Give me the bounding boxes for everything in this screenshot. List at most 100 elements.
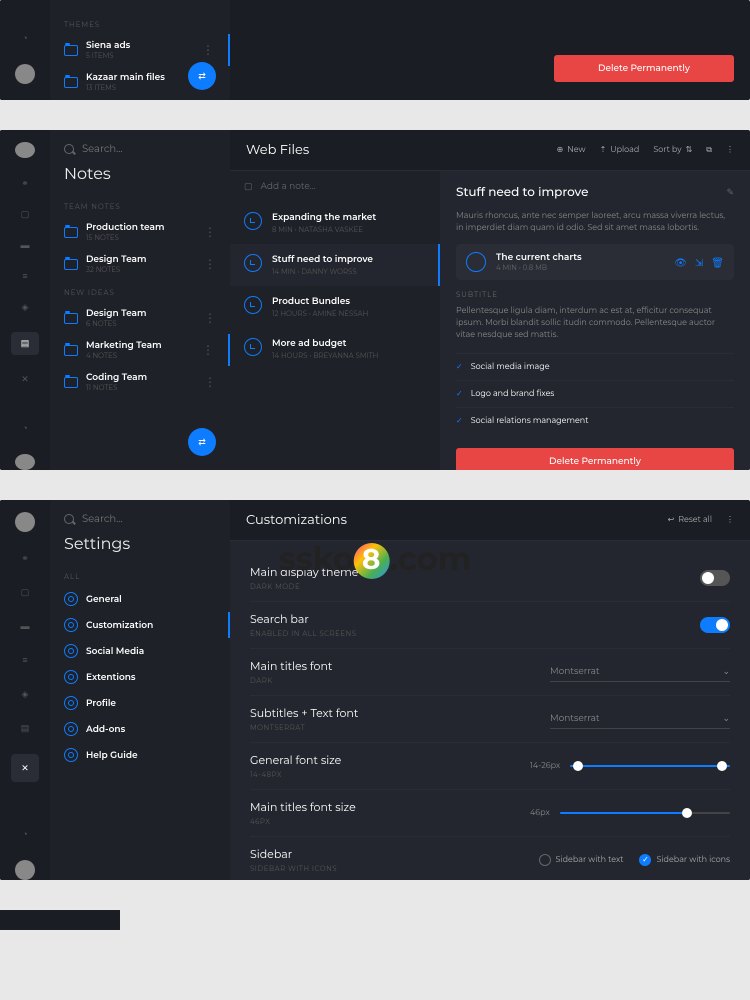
gen-size-slider[interactable] (570, 765, 730, 767)
note-item[interactable]: Stuff need to improve14 MIN • DANNY WORS… (230, 244, 440, 286)
check-icon: ✓ (456, 389, 463, 399)
sidebar: Notes TEAM NOTES Production team15 NOTES… (50, 130, 230, 470)
setting-title-size: Main titles font size46PX46px (250, 790, 730, 837)
upload-button[interactable]: ⇡Upload (600, 145, 640, 155)
window-themes-partial: ◔ THEMES Siena ads5 ITEMS ⋮ Kazaar main … (0, 0, 750, 100)
avatar-bottom[interactable] (15, 454, 35, 470)
notes-icon[interactable]: ▤ (11, 332, 39, 355)
list-icon[interactable]: ≡ (17, 270, 33, 283)
bell-icon[interactable]: ◔ (17, 30, 33, 46)
team-marketing[interactable]: Marketing Team4 NOTES⋮ (50, 334, 230, 366)
settings-customization[interactable]: Customization (50, 612, 230, 638)
view-icon[interactable]: 👁 (674, 256, 687, 269)
upload-icon: ⇡ (600, 145, 607, 155)
dashboard-icon[interactable]: ▢ (17, 208, 33, 221)
share-icon[interactable]: ⇲ (695, 256, 703, 269)
detail-title: Stuff need to improve (456, 185, 588, 200)
delete-button[interactable]: Delete Permanently (554, 55, 734, 82)
check-item[interactable]: ✓Social media image (456, 353, 734, 380)
search-toggle[interactable] (700, 617, 730, 633)
team-coding[interactable]: Coding Team11 NOTES⋮ (50, 366, 230, 398)
check-icon: ✓ (456, 362, 463, 372)
bell-icon[interactable]: ◔ (17, 422, 33, 435)
window-settings: ⚭ ▢ ▬ ≡ ◈ ▤ ✕ ◔ Settings ALL General Cus… (0, 500, 750, 880)
fab-add[interactable]: ⇄ (188, 62, 216, 90)
settings-profile[interactable]: Profile (50, 690, 230, 716)
section-all: ALL (50, 564, 230, 586)
more-icon[interactable]: ⋮ (202, 43, 214, 58)
tools-icon[interactable]: ✕ (11, 754, 39, 782)
fab-add[interactable]: ⇄ (188, 428, 216, 456)
note-item[interactable]: Product Bundles12 HOURS • AMINE NESSAH (230, 286, 440, 328)
settings-addons[interactable]: Add-ons (50, 716, 230, 742)
more-icon[interactable]: ⋮ (726, 515, 734, 525)
edit-icon[interactable]: ✎ (726, 187, 734, 198)
notes-icon[interactable]: ▤ (17, 720, 33, 736)
tools-icon[interactable]: ✕ (17, 373, 33, 386)
main-font-select[interactable]: Montserrat⌄ (550, 662, 730, 682)
radio-sidebar-icons[interactable]: Sidebar with icons (639, 854, 730, 866)
folder-icon (64, 227, 78, 238)
note-detail: Stuff need to improve✎ Mauris rhoncus, a… (440, 171, 750, 470)
gear-icon (64, 748, 78, 762)
reset-button[interactable]: ↩Reset all (668, 515, 712, 525)
notes-list: ▢Add a note... Expanding the market8 MIN… (230, 171, 440, 470)
settings-general[interactable]: General (50, 586, 230, 612)
folders-icon[interactable]: ▬ (17, 239, 33, 252)
list-icon[interactable]: ≡ (17, 652, 33, 668)
new-button[interactable]: ⊕New (557, 145, 586, 155)
sidebar-title: Notes (50, 165, 230, 194)
layers-icon[interactable]: ◈ (17, 301, 33, 314)
note-item[interactable]: More ad budget14 HOURS • BREYANNA SMITH (230, 328, 440, 370)
section-new-ideas: NEW IDEAS (50, 280, 230, 302)
add-note-button[interactable]: ▢Add a note... (230, 171, 440, 202)
more-icon[interactable]: ⋮ (204, 311, 216, 326)
setting-sidebar: SidebarSIDEBAR WITH ICONSSidebar with te… (250, 837, 730, 880)
dashboard-icon[interactable]: ▢ (17, 584, 33, 600)
more-icon[interactable]: ⋮ (726, 145, 734, 155)
layers-icon[interactable]: ◈ (17, 686, 33, 702)
note-item[interactable]: Expanding the market8 MIN • NATASHA VASK… (230, 202, 440, 244)
settings-extensions[interactable]: Extentions (50, 664, 230, 690)
title-size-slider[interactable] (560, 812, 730, 814)
sort-button[interactable]: Sort by⇅ (653, 145, 692, 155)
copy-icon[interactable]: ⧉ (706, 145, 712, 155)
more-icon[interactable]: ⋮ (204, 225, 216, 240)
attachment[interactable]: The current charts4 MIN • 0.8 MB 👁⇲🗑 (456, 244, 734, 280)
avatar-bottom[interactable] (15, 860, 35, 880)
search-input[interactable] (50, 142, 230, 165)
plus-icon: ⊕ (557, 145, 564, 155)
settings-help[interactable]: Help Guide (50, 742, 230, 768)
folder-icon (64, 377, 78, 388)
more-icon[interactable]: ⋮ (202, 343, 214, 358)
radio-sidebar-text[interactable]: Sidebar with text (539, 854, 624, 866)
bell-icon[interactable]: ◔ (17, 826, 33, 842)
avatar[interactable] (15, 64, 35, 84)
team-design2[interactable]: Design Team6 NOTES⋮ (50, 302, 230, 334)
delete-button[interactable]: Delete Permanently (456, 448, 734, 470)
delete-icon[interactable]: 🗑 (711, 256, 724, 269)
page-title: Customizations (246, 512, 654, 528)
team-production[interactable]: Production team15 NOTES⋮ (50, 216, 230, 248)
avatar[interactable] (15, 142, 35, 158)
setting-searchbar: Search barENABLED IN ALL SCREENS (250, 602, 730, 649)
more-icon[interactable]: ⋮ (204, 375, 216, 390)
reset-icon: ↩ (668, 515, 675, 525)
team-design[interactable]: Design Team32 NOTES⋮ (50, 248, 230, 280)
more-icon[interactable]: ⋮ (204, 257, 216, 272)
setting-sub-font: Subtitles + Text fontMONTSERRATMontserra… (250, 696, 730, 743)
chevron-down-icon: ⌄ (722, 666, 730, 677)
check-item[interactable]: ✓Logo and brand fixes (456, 380, 734, 407)
avatar[interactable] (15, 512, 35, 532)
folders-icon[interactable]: ▬ (17, 618, 33, 634)
check-icon: ✓ (456, 416, 463, 426)
check-item[interactable]: ✓Social relations management (456, 407, 734, 434)
users-icon[interactable]: ⚭ (17, 550, 33, 566)
setting-main-font: Main titles fontDARKMontserrat⌄ (250, 649, 730, 696)
theme-toggle[interactable] (700, 570, 730, 586)
sub-font-select[interactable]: Montserrat⌄ (550, 709, 730, 729)
search-input[interactable] (50, 512, 230, 535)
users-icon[interactable]: ⚭ (17, 176, 33, 189)
settings-social[interactable]: Social Media (50, 638, 230, 664)
section-label: THEMES (50, 12, 230, 34)
